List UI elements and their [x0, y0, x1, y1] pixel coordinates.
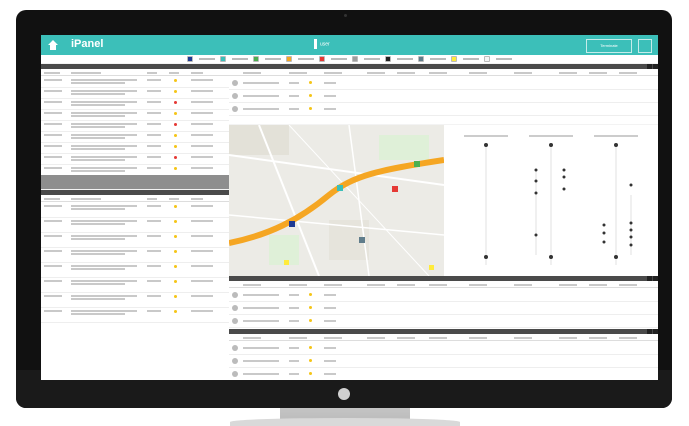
status-indicator [174, 295, 177, 298]
status-indicator [174, 220, 177, 223]
app-title: iPanel [71, 38, 104, 50]
legend [41, 55, 658, 63]
user-icon [314, 39, 317, 49]
status-indicator [309, 372, 312, 375]
table-row[interactable] [41, 232, 229, 248]
row-action-icon[interactable] [232, 358, 238, 364]
table-row[interactable] [229, 368, 658, 380]
status-indicator [309, 81, 312, 84]
table-row[interactable] [41, 202, 229, 218]
table-row[interactable] [41, 217, 229, 233]
status-indicator [174, 265, 177, 268]
status-indicator [309, 94, 312, 97]
status-indicator [174, 134, 177, 137]
status-indicator [174, 280, 177, 283]
status-indicator [309, 346, 312, 349]
row-action-icon[interactable] [232, 305, 238, 311]
status-indicator [309, 293, 312, 296]
row-action-icon[interactable] [232, 292, 238, 298]
left-bottom-table [41, 195, 229, 325]
table-header [229, 69, 658, 76]
row-action-icon[interactable] [232, 93, 238, 99]
table-row[interactable] [229, 77, 658, 90]
legend-swatch [484, 56, 490, 62]
status-indicator [174, 90, 177, 93]
table-header [229, 281, 658, 288]
status-indicator [174, 123, 177, 126]
table-row[interactable] [229, 289, 658, 302]
legend-label [496, 58, 512, 60]
status-indicator [174, 156, 177, 159]
camera-icon [344, 14, 347, 17]
table-row[interactable] [229, 90, 658, 103]
table-header [41, 195, 229, 202]
legend-swatch [418, 56, 424, 62]
status-indicator [174, 101, 177, 104]
table-row[interactable] [229, 302, 658, 315]
user-name: user [320, 41, 330, 48]
home-icon[interactable] [47, 39, 59, 51]
user-menu[interactable]: user [314, 39, 330, 49]
row-action-icon[interactable] [232, 80, 238, 86]
screen: iPanel user Terminate [41, 35, 658, 380]
status-indicator [174, 205, 177, 208]
legend-swatch [187, 56, 193, 62]
row-action-icon[interactable] [232, 318, 238, 324]
legend-label [232, 58, 248, 60]
status-indicator [309, 107, 312, 110]
right-bottom-table [229, 334, 658, 380]
table-row[interactable] [229, 355, 658, 368]
legend-swatch [253, 56, 259, 62]
map-view[interactable] [229, 125, 444, 276]
status-indicator [174, 145, 177, 148]
table-row[interactable] [41, 247, 229, 263]
left-empty-area [41, 325, 229, 380]
table-row[interactable] [229, 315, 658, 328]
status-indicator [174, 235, 177, 238]
legend-label [463, 58, 479, 60]
status-indicator [174, 112, 177, 115]
monitor-stand-base [230, 418, 460, 426]
legend-label [199, 58, 215, 60]
legend-swatch [286, 56, 292, 62]
right-top-table [229, 69, 658, 124]
table-header [41, 69, 229, 76]
settings-button[interactable] [638, 39, 652, 53]
status-indicator [174, 167, 177, 170]
row-action-icon[interactable] [232, 371, 238, 377]
right-mid-table [229, 281, 658, 329]
status-indicator [309, 306, 312, 309]
status-indicator [174, 79, 177, 82]
status-indicator [174, 310, 177, 313]
apple-logo-icon [338, 388, 350, 400]
status-indicator [309, 319, 312, 322]
table-row[interactable] [41, 277, 229, 293]
legend-swatch [352, 56, 358, 62]
status-indicator [174, 250, 177, 253]
table-row[interactable] [229, 342, 658, 355]
table-row[interactable] [41, 292, 229, 308]
legend-swatch [385, 56, 391, 62]
legend-label [298, 58, 314, 60]
legend-label [397, 58, 413, 60]
row-action-icon[interactable] [232, 345, 238, 351]
collapsed-panel-bar[interactable] [41, 175, 229, 189]
table-row[interactable] [229, 103, 658, 116]
table-header [229, 334, 658, 341]
left-top-table [41, 69, 229, 176]
legend-label [265, 58, 281, 60]
legend-label [430, 58, 446, 60]
legend-label [364, 58, 380, 60]
row-action-icon[interactable] [232, 106, 238, 112]
top-bar: iPanel user Terminate [41, 35, 658, 55]
legend-swatch [220, 56, 226, 62]
logout-button[interactable]: Terminate [586, 39, 632, 53]
legend-swatch [319, 56, 325, 62]
timeline-view[interactable] [444, 125, 658, 276]
table-row[interactable] [41, 307, 229, 323]
legend-label [331, 58, 347, 60]
status-indicator [309, 359, 312, 362]
table-row[interactable] [41, 262, 229, 278]
legend-swatch [451, 56, 457, 62]
